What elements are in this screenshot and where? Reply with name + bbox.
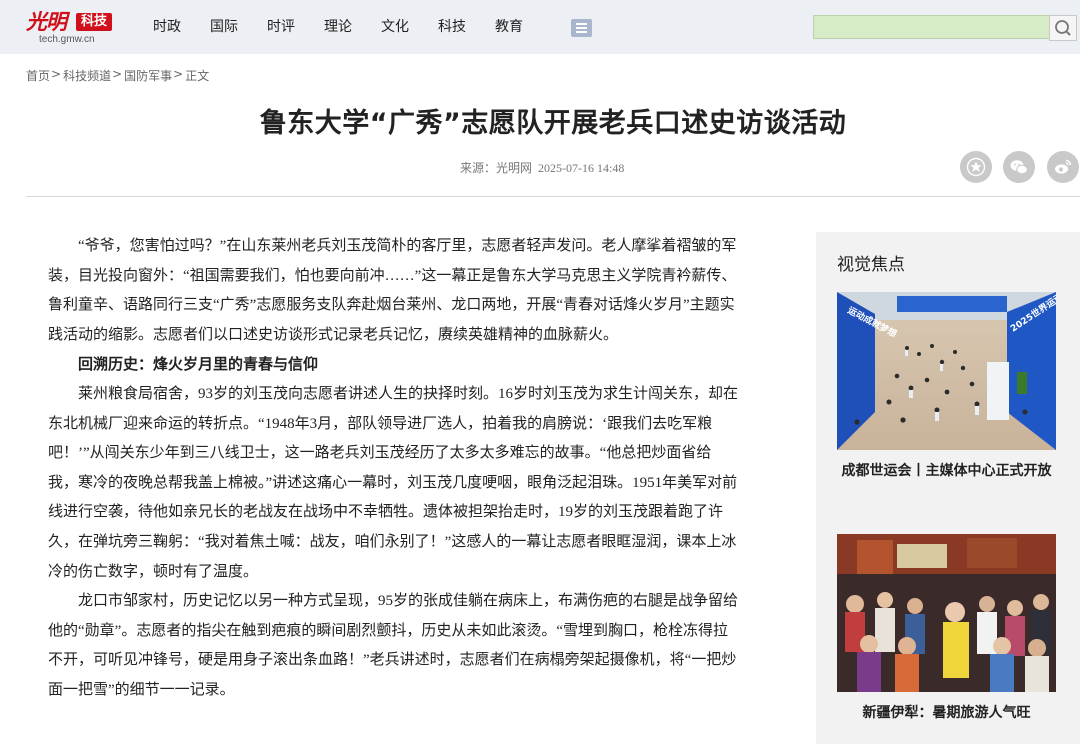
breadcrumb: 首页 > 科技频道 > 国防军事 > 正文 [26, 67, 210, 84]
site-logo[interactable]: 光明 科技 tech.gmw.cn [26, 6, 126, 48]
focus-caption-yili: 新疆伊犁：暑期旅游人气旺 [862, 705, 1031, 721]
breadcrumb-tech-channel[interactable]: 科技频道 [63, 67, 111, 84]
article-paragraph: 莱州粮食局宿舍，93岁的刘玉茂向志愿者讲述人生的抉择时刻。16岁时刘玉茂为求生计… [48, 385, 739, 580]
top-bar: 光明 科技 tech.gmw.cn 时政 国际 时评 理论 文化 科技 教育 [0, 0, 1080, 54]
logo-domain: tech.gmw.cn [39, 34, 95, 45]
focus-image-yili [837, 534, 1056, 692]
search-box [813, 15, 1077, 41]
visual-focus-sidebar: 视觉焦点 运动成就梦想 2025世界运动会 成都世运会丨主媒体中心正式开放 新疆… [816, 232, 1080, 744]
header-divider [26, 196, 1080, 197]
nav-item-international[interactable]: 国际 [210, 18, 238, 36]
article-title: 鲁东大学“广秀”志愿队开展老兵口述史访谈活动 [259, 108, 847, 139]
weibo-icon [1055, 159, 1072, 174]
nav-item-commentary[interactable]: 时评 [267, 18, 295, 36]
main-nav: 时政 国际 时评 理论 文化 科技 教育 [153, 18, 552, 36]
wechat-icon [1010, 160, 1028, 175]
weibo-share-button[interactable] [1047, 151, 1079, 183]
wechat-share-button[interactable] [1003, 151, 1035, 183]
article-meta: 来源：光明网 2025-07-16 14:48 [460, 159, 624, 176]
search-icon [1055, 20, 1071, 36]
breadcrumb-defense[interactable]: 国防军事 [124, 67, 172, 84]
logo-mark: 光明 [26, 9, 67, 34]
search-input[interactable] [813, 15, 1049, 39]
nav-item-education[interactable]: 教育 [495, 18, 523, 36]
article-body: “爷爷，您害怕过吗？”在山东莱州老兵刘玉茂简朴的客厅里，志愿者轻声发问。老人摩挲… [48, 232, 738, 706]
logo-channel-tag: 科技 [76, 13, 113, 31]
article-paragraph: 龙口市邹家村，历史记忆以另一种方式呈现，95岁的张成佳躺在病床上，布满伤疤的右腿… [48, 593, 739, 698]
favorite-button[interactable] [960, 151, 992, 183]
nav-item-theory[interactable]: 理论 [324, 18, 352, 36]
breadcrumb-home[interactable]: 首页 [26, 67, 50, 84]
focus-caption-chengdu: 成都世运会丨主媒体中心正式开放 [841, 463, 1052, 479]
article-paragraph: “爷爷，您害怕过吗？”在山东莱州老兵刘玉茂简朴的客厅里，志愿者轻声发问。老人摩挲… [48, 238, 737, 343]
article-subheading: 回溯历史：烽火岁月里的青春与信仰 [78, 355, 319, 374]
search-button[interactable] [1049, 15, 1077, 41]
star-icon [966, 157, 986, 177]
sidebar-title: 视觉焦点 [837, 255, 905, 275]
nav-item-tech[interactable]: 科技 [438, 18, 466, 36]
breadcrumb-current: 正文 [185, 69, 210, 83]
article-date: 2025-07-16 14:48 [538, 161, 625, 175]
article-source: 来源：光明网 [460, 161, 533, 175]
menu-icon[interactable] [571, 19, 592, 37]
nav-item-politics[interactable]: 时政 [153, 18, 181, 36]
nav-item-culture[interactable]: 文化 [381, 18, 409, 36]
focus-image-chengdu: 运动成就梦想 2025世界运动会 [837, 292, 1056, 450]
